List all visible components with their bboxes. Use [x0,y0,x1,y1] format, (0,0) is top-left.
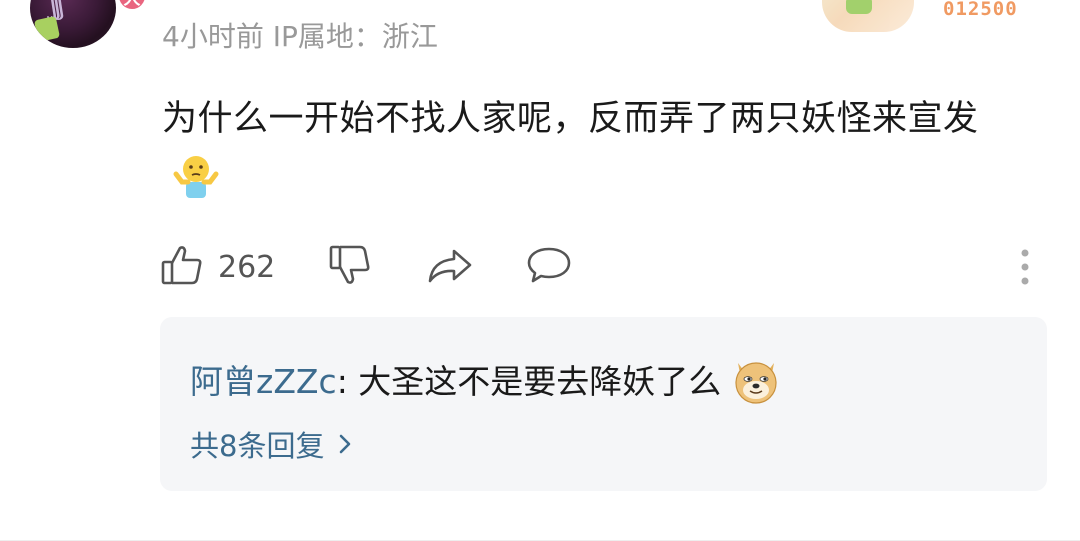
reply-separator: : [336,362,359,401]
doge-emoji [731,355,781,417]
like-count: 262 [218,249,276,285]
more-options-button[interactable] [1018,248,1032,286]
comment-text: 为什么一开始不找人家呢，反而弄了两只妖怪来宣发 [162,88,1032,220]
comment-bubble-icon [526,243,572,291]
share-icon [426,243,474,291]
thumbs-up-icon [160,243,204,291]
thumbs-down-icon [328,243,372,291]
view-all-replies-link[interactable]: 共8条回复 [190,423,352,465]
comment-actions: 262 [160,242,1040,292]
replies-count-label: 共8条回复 [190,429,325,463]
reply-item: 阿曾zZZc: 大圣这不是要去降妖了么 [190,355,781,417]
avatar-image: ʃʃʃ [30,0,116,48]
reply-preview[interactable]: 阿曾zZZc: 大圣这不是要去降妖了么 共8条回复 [160,317,1047,491]
comment-meta: 4小时前 IP属地：浙江 [162,20,438,53]
comment-button[interactable] [526,242,572,292]
level-badge: 大 [116,0,148,12]
chevron-right-icon [338,432,352,456]
reply-author[interactable]: 阿曾zZZc [190,362,337,401]
dislike-button[interactable] [328,242,372,292]
comment-body: 为什么一开始不找人家呢，反而弄了两只妖怪来宣发 [162,99,979,139]
decoration-image [822,0,914,32]
like-button[interactable]: 262 [160,242,275,292]
more-vertical-icon [1021,249,1029,285]
user-avatar[interactable]: ʃʃʃ 大 [30,0,148,48]
shrug-emoji [172,152,220,220]
share-button[interactable] [426,242,474,292]
decoration-number: 012500 [943,0,1018,20]
reply-text: 大圣这不是要去降妖了么 [358,362,722,401]
